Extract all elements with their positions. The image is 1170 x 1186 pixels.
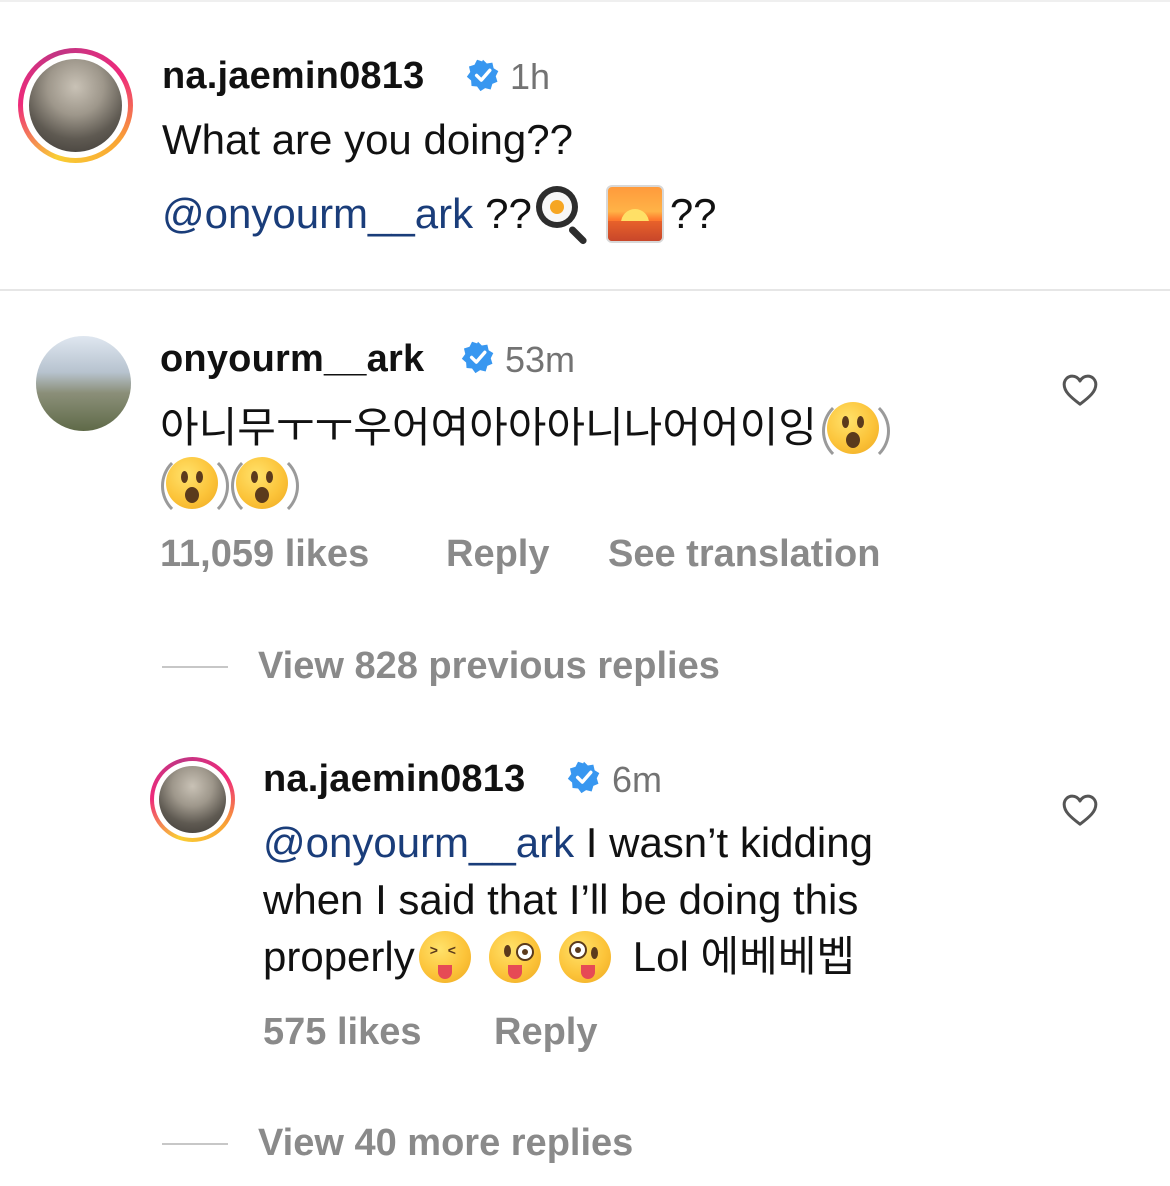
reply-button[interactable]: Reply [446,533,549,576]
squinting-tongue-emoji: > < [418,931,471,983]
astonished-face-emoji [161,452,229,520]
likes-count[interactable]: 11,059 likes [160,533,369,576]
avatar-najaemin-story[interactable] [18,48,133,163]
mention-link[interactable]: @onyourm__ark [263,819,574,866]
reply-text-line2 [161,452,299,520]
reply-text-line1: 아니무ㅜㅜ우어여아아아니나어어이잉 [160,397,890,465]
comment-time: 1h [510,56,551,97]
heart-icon[interactable] [1060,790,1100,830]
sunrise-emoji [605,185,664,243]
avatar-photo [159,766,226,833]
reply-username[interactable]: na.jaemin0813 [263,758,525,801]
reply-text-line3: properly > < Lol 에베베벱 [263,929,855,985]
likes-count[interactable]: 575 likes [263,1011,421,1054]
verified-badge-icon [466,59,499,92]
avatar-photo [29,59,122,152]
verified-badge-icon [567,761,600,794]
verified-badge-icon [461,341,494,374]
avatar-photo [36,336,131,431]
astonished-face-emoji [821,397,890,465]
view-more-replies-button[interactable]: View 40 more replies [258,1122,633,1165]
comment-text-line1: What are you doing?? [162,116,573,163]
winking-tongue-emoji [488,931,541,983]
astonished-face-emoji [231,452,299,520]
comment-text-line2: @onyourm__ark ?? ?? [162,185,717,246]
see-translation-button[interactable]: See translation [608,533,880,576]
frying-pan-egg-emoji [535,186,592,246]
view-previous-replies-button[interactable]: View 828 previous replies [258,645,720,688]
avatar-onyourmark[interactable] [36,336,131,431]
avatar-najaemin-story[interactable] [150,757,235,842]
reply-time: 6m [612,759,663,800]
mention-link[interactable]: @onyourm__ark [162,193,473,235]
replies-line [162,1143,228,1145]
comment-username[interactable]: na.jaemin0813 [162,55,424,98]
reply-username[interactable]: onyourm__ark [160,338,424,381]
reply-text-line2: when I said that I’ll be doing this [263,876,859,923]
reply-time: 53m [505,339,576,380]
section-divider [0,289,1170,291]
reply-text-line1: @onyourm__ark I wasn’t kidding [263,819,873,866]
top-divider [0,0,1170,2]
heart-icon[interactable] [1060,370,1100,410]
zany-face-emoji [558,931,611,983]
reply-button[interactable]: Reply [494,1011,597,1054]
replies-line [162,666,228,668]
